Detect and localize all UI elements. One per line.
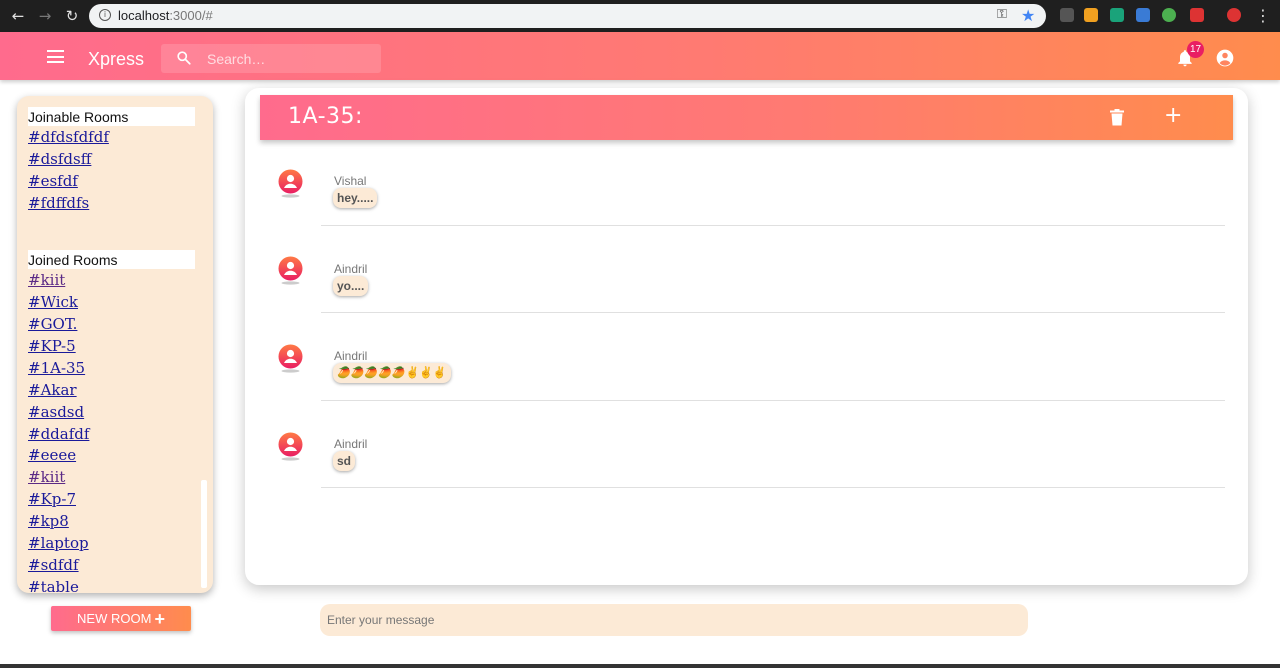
- plus-icon: +: [154, 609, 165, 629]
- joinable-room-link[interactable]: #dsfdsff: [28, 150, 91, 168]
- joinable-room-link[interactable]: #dfdsfdfdf: [28, 128, 109, 146]
- browser-toolbar: ← → ↻ i localhost:3000/# ⚿ ★ ⋮: [0, 0, 1280, 32]
- joined-room-link[interactable]: #kp8: [28, 512, 69, 530]
- message-sender: Vishal: [334, 174, 367, 188]
- joinable-rooms-heading: Joinable Rooms: [28, 107, 195, 126]
- joinable-room-link[interactable]: #fdffdfs: [28, 194, 89, 212]
- notification-badge: 17: [1187, 41, 1204, 58]
- joinable-room-link[interactable]: #esfdf: [28, 172, 78, 190]
- delete-room-icon[interactable]: [1110, 109, 1124, 126]
- message-bubble: yo....: [333, 276, 369, 296]
- joined-room-link[interactable]: #eeee: [28, 446, 76, 464]
- search-input[interactable]: [207, 48, 377, 70]
- joined-room-link[interactable]: #Akar: [28, 381, 77, 399]
- site-info-icon[interactable]: i: [99, 9, 111, 21]
- extension-cart-icon[interactable]: [1060, 8, 1074, 22]
- app-title: Xpress: [88, 49, 145, 69]
- user-avatar-icon: [278, 169, 303, 198]
- profile-avatar-icon[interactable]: [1227, 8, 1241, 22]
- joined-room-link[interactable]: #asdsd: [28, 403, 84, 421]
- bookmark-star-icon[interactable]: ★: [1021, 6, 1035, 25]
- room-title: 1A-35:: [288, 104, 363, 129]
- menu-icon[interactable]: [47, 50, 64, 63]
- app-header: Xpress 17: [0, 32, 1280, 80]
- message-input[interactable]: [320, 604, 1028, 636]
- key-icon[interactable]: ⚿: [997, 7, 1007, 22]
- url-path: :3000/#: [169, 8, 213, 23]
- rooms-sidebar: Joinable Rooms #dfdsfdfdf #dsfdsff #esfd…: [17, 96, 213, 593]
- joined-room-link[interactable]: #kiit: [28, 468, 65, 486]
- browser-menu-icon[interactable]: ⋮: [1255, 6, 1271, 25]
- forward-arrow-icon[interactable]: →: [35, 6, 55, 26]
- sidebar-scrollbar[interactable]: [201, 480, 207, 588]
- url-host: localhost: [118, 8, 170, 23]
- extension-dropper-icon[interactable]: [1136, 8, 1150, 22]
- back-arrow-icon[interactable]: ←: [8, 6, 28, 26]
- message-bubble: sd: [333, 451, 356, 471]
- new-room-button[interactable]: NEW ROOM +: [51, 606, 191, 631]
- message-divider: [321, 312, 1225, 313]
- joined-room-link[interactable]: #1A-35: [28, 359, 85, 377]
- extension-leaf-icon[interactable]: [1162, 8, 1176, 22]
- add-member-icon[interactable]: +: [1164, 103, 1182, 128]
- user-avatar-icon: [278, 256, 303, 285]
- message-bubble: hey.....: [333, 188, 378, 208]
- search-icon: [177, 51, 191, 65]
- message-divider: [321, 400, 1225, 401]
- joined-rooms-heading: Joined Rooms: [28, 250, 195, 269]
- user-avatar-icon: [278, 432, 303, 461]
- reload-icon[interactable]: ↻: [62, 6, 82, 26]
- joined-room-link[interactable]: #kiit: [28, 271, 65, 289]
- joined-room-link[interactable]: #KP-5: [28, 337, 76, 355]
- room-header: 1A-35: +: [260, 95, 1233, 140]
- message-bubble: 🥭🥭🥭🥭🥭✌️✌️✌️: [333, 363, 451, 383]
- joined-room-link[interactable]: #Kp-7: [28, 490, 76, 508]
- extension-flag-icon[interactable]: [1110, 8, 1124, 22]
- message-divider: [321, 487, 1225, 488]
- user-avatar-icon: [278, 344, 303, 373]
- joined-room-link[interactable]: #laptop: [28, 534, 89, 552]
- joined-room-link[interactable]: #table: [28, 578, 79, 593]
- joined-room-link[interactable]: #ddafdf: [28, 425, 89, 443]
- joined-room-link[interactable]: #Wick: [28, 293, 78, 311]
- joined-room-link[interactable]: #sdfdf: [28, 556, 79, 574]
- message-sender: Aindril: [334, 437, 368, 451]
- new-room-label: NEW ROOM: [77, 611, 152, 626]
- url-text[interactable]: localhost:3000/#: [118, 8, 213, 23]
- window-bottom-edge: [0, 664, 1280, 668]
- joined-room-link[interactable]: #GOT.: [28, 315, 77, 333]
- extension-honey-icon[interactable]: [1084, 8, 1098, 22]
- search-box[interactable]: [161, 44, 381, 73]
- message-sender: Aindril: [334, 349, 368, 363]
- message-sender: Aindril: [334, 262, 368, 276]
- message-divider: [321, 225, 1225, 226]
- address-bar[interactable]: i localhost:3000/# ⚿ ★: [89, 4, 1046, 28]
- chat-panel: [245, 88, 1248, 585]
- extension-devil-icon[interactable]: [1190, 8, 1204, 22]
- account-circle-icon[interactable]: [1215, 48, 1235, 68]
